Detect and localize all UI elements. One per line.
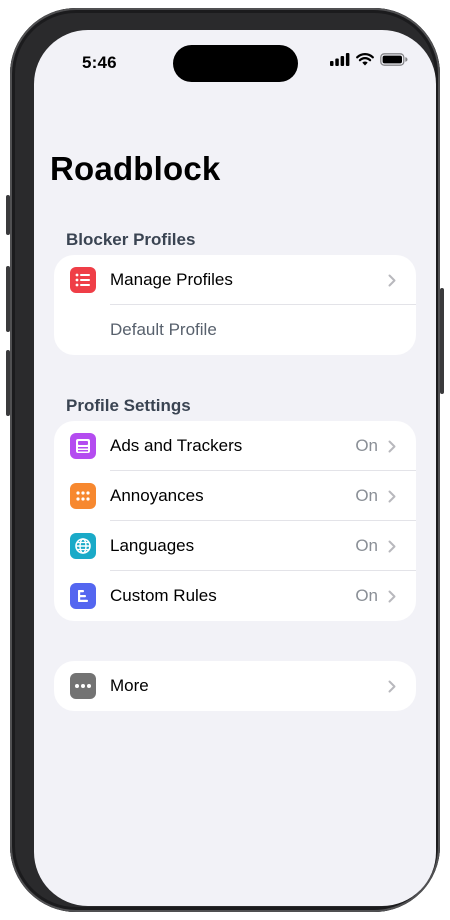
ads-and-trackers-value: On: [355, 436, 378, 455]
status-time: 5:46: [82, 53, 117, 72]
chevron-right-icon: [388, 274, 396, 292]
ellipsis-icon: [70, 673, 96, 699]
chevron-right-icon: [388, 440, 396, 458]
status-icons: [330, 53, 408, 71]
battery-icon: [380, 53, 408, 71]
annoyances-value: On: [355, 486, 378, 505]
default-profile-label: Default Profile: [110, 320, 217, 339]
more-row[interactable]: More: [54, 661, 416, 711]
chevron-right-icon: [388, 680, 396, 698]
page-title: Roadblock: [50, 150, 221, 187]
languages-row[interactable]: Languages On: [54, 521, 416, 571]
volume-down-button: [6, 350, 10, 416]
action-button: [6, 195, 10, 235]
annoyances-label: Annoyances: [110, 486, 204, 505]
device-frame: 5:46 Roadblock Blocker Profiles Manage P…: [10, 8, 440, 912]
manage-profiles-label: Manage Profiles: [110, 270, 233, 289]
more-label: More: [110, 676, 149, 695]
annoyances-grid-icon: [70, 483, 96, 509]
wifi-icon: [356, 53, 374, 71]
cellular-signal-icon: [330, 53, 350, 71]
section-header-profile-settings: Profile Settings: [66, 396, 191, 415]
ads-and-trackers-label: Ads and Trackers: [110, 436, 243, 455]
chevron-right-icon: [388, 490, 396, 508]
languages-value: On: [355, 536, 378, 555]
manage-profiles-row[interactable]: Manage Profiles: [54, 255, 416, 305]
list-icon: [70, 267, 96, 293]
custom-rules-row[interactable]: Custom Rules On: [54, 571, 416, 621]
screen: 5:46 Roadblock Blocker Profiles Manage P…: [34, 30, 436, 906]
section-header-blocker-profiles: Blocker Profiles: [66, 230, 196, 249]
languages-label: Languages: [110, 536, 195, 555]
dynamic-island: [173, 45, 298, 82]
profile-settings-group: Ads and Trackers On Annoyances On Langua…: [54, 421, 416, 621]
default-profile-row[interactable]: Default Profile: [54, 305, 416, 355]
chevron-right-icon: [388, 590, 396, 608]
custom-rules-value: On: [355, 586, 378, 605]
globe-icon: [70, 533, 96, 559]
custom-rules-icon: [70, 583, 96, 609]
chevron-right-icon: [388, 540, 396, 558]
ads-and-trackers-row[interactable]: Ads and Trackers On: [54, 421, 416, 471]
annoyances-row[interactable]: Annoyances On: [54, 471, 416, 521]
more-group: More: [54, 661, 416, 711]
power-button: [440, 288, 444, 394]
custom-rules-label: Custom Rules: [110, 586, 217, 605]
volume-up-button: [6, 266, 10, 332]
blocker-profiles-group: Manage Profiles Default Profile: [54, 255, 416, 355]
ads-icon: [70, 433, 96, 459]
